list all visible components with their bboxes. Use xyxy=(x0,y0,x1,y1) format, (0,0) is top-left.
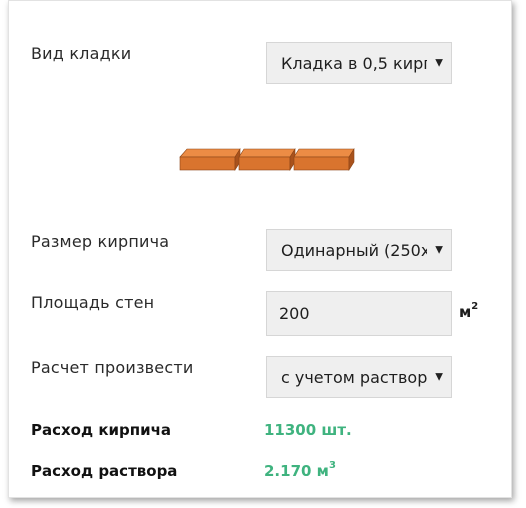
wall-area-input[interactable] xyxy=(266,291,452,336)
calculation-mode-value: с учетом раствор xyxy=(281,367,427,387)
brick-consumption-label: Расход кирпича xyxy=(31,421,172,439)
unit-text: м xyxy=(459,303,472,321)
mortar-value-text: 2.170 м xyxy=(264,462,329,480)
calculation-mode-select[interactable]: с учетом раствор ▼ xyxy=(266,356,452,398)
mortar-consumption-value: 2.170 м3 xyxy=(264,460,336,480)
mortar-consumption-label: Расход раствора xyxy=(31,462,178,480)
dropdown-arrow-icon: ▼ xyxy=(435,244,443,256)
masonry-type-label: Вид кладки xyxy=(31,44,132,63)
unit-superscript: 2 xyxy=(471,301,479,312)
brick-calculator-panel: Вид кладки Кладка в 0,5 кирп ▼ Размер ки… xyxy=(8,0,512,498)
calculation-mode-label: Расчет произвести xyxy=(31,358,194,377)
brick-row-icon xyxy=(179,147,355,172)
dropdown-arrow-icon: ▼ xyxy=(435,57,443,69)
brick-size-value: Одинарный (250х xyxy=(281,240,427,260)
wall-area-label: Площадь стен xyxy=(31,293,155,312)
brick-consumption-value: 11300 шт. xyxy=(264,421,352,439)
masonry-type-value: Кладка в 0,5 кирп xyxy=(281,53,427,73)
brick-icon xyxy=(179,147,241,172)
wall-area-unit: м2 xyxy=(459,301,479,321)
brick-icon xyxy=(293,147,355,172)
masonry-type-select[interactable]: Кладка в 0,5 кирп ▼ xyxy=(266,42,452,84)
brick-size-select[interactable]: Одинарный (250х ▼ xyxy=(266,229,452,271)
brick-icon xyxy=(238,147,296,172)
dropdown-arrow-icon: ▼ xyxy=(435,371,443,383)
brick-size-label: Размер кирпича xyxy=(31,232,170,251)
mortar-value-superscript: 3 xyxy=(328,460,336,471)
